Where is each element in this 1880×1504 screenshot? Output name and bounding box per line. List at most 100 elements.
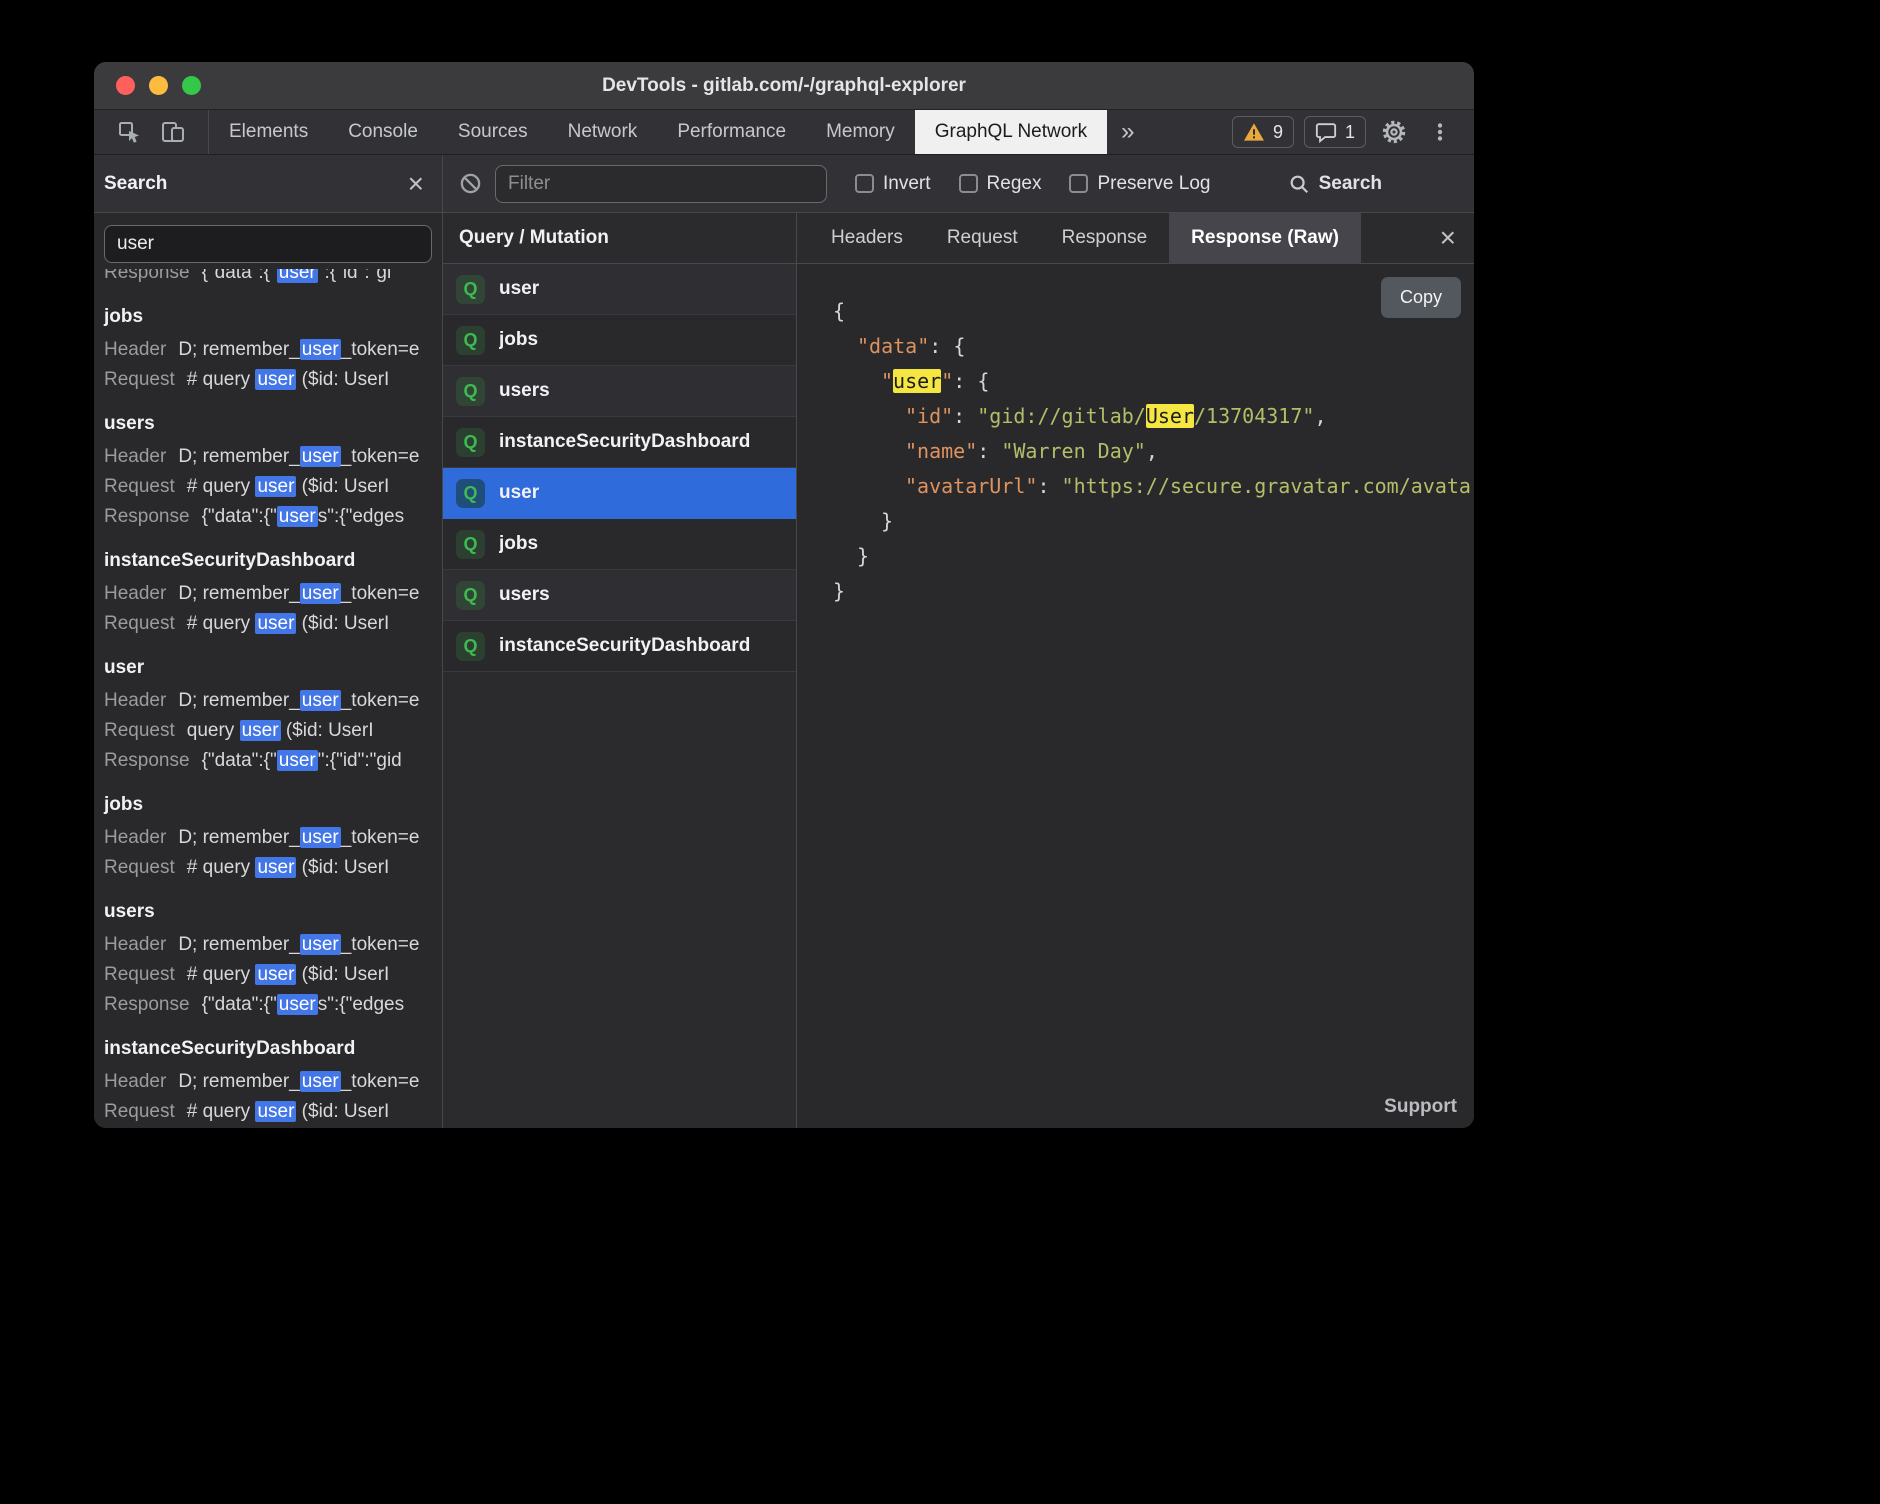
tab-memory[interactable]: Memory bbox=[806, 110, 915, 154]
result-group-title: users bbox=[104, 411, 432, 437]
query-list-item[interactable]: Quser bbox=[443, 468, 796, 519]
tab-performance[interactable]: Performance bbox=[657, 110, 806, 154]
result-row-value: D; remember_user_token=e bbox=[178, 934, 419, 955]
device-toolbar-button[interactable] bbox=[154, 115, 192, 149]
response-raw-body: Copy {"data": {"user": {"id": "gid://git… bbox=[797, 264, 1474, 1128]
checkbox-box-regex[interactable] bbox=[959, 174, 978, 193]
search-icon bbox=[1288, 173, 1310, 195]
checkbox-box-preserve-log[interactable] bbox=[1069, 174, 1088, 193]
query-list-item[interactable]: Qjobs bbox=[443, 315, 796, 366]
result-row-value: D; remember_user_token=e bbox=[178, 690, 419, 711]
tab-sources[interactable]: Sources bbox=[438, 110, 548, 154]
close-search-panel-button[interactable]: × bbox=[408, 170, 424, 198]
detail-tab-headers[interactable]: Headers bbox=[809, 213, 925, 263]
search-result-row[interactable]: Request# query user ($id: UserI bbox=[104, 365, 432, 395]
search-result-row[interactable]: Response{"data":{"users":{"edges bbox=[104, 502, 432, 532]
result-row-value: D; remember_user_token=e bbox=[178, 583, 419, 604]
search-result-row[interactable]: HeaderD; remember_user_token=e bbox=[104, 686, 432, 716]
search-result-row[interactable]: HeaderD; remember_user_token=e bbox=[104, 823, 432, 853]
search-result-row[interactable]: Header D; remember_user_token=e bbox=[104, 930, 432, 960]
search-result-row[interactable]: Requestquery user ($id: UserI bbox=[104, 716, 432, 746]
warnings-badge[interactable]: 9 bbox=[1232, 116, 1294, 148]
toolbar-checkboxes: Invert Regex Preserve Log bbox=[827, 173, 1210, 195]
query-list-item[interactable]: Qjobs bbox=[443, 519, 796, 570]
zoom-window-button[interactable] bbox=[182, 76, 201, 95]
checkbox-box-invert[interactable] bbox=[855, 174, 874, 193]
checkbox-label: Regex bbox=[987, 173, 1042, 195]
search-result-row[interactable]: HeaderD; remember_user_token=e bbox=[104, 1067, 432, 1097]
result-row-label: Response bbox=[104, 750, 190, 771]
json-viewer: {"data": {"user": {"id": "gid://gitlab/U… bbox=[797, 264, 1474, 609]
query-label: jobs bbox=[499, 533, 538, 555]
detail-tab-request[interactable]: Request bbox=[925, 213, 1040, 263]
close-window-button[interactable] bbox=[116, 76, 135, 95]
search-result-row[interactable]: Request# query user ($id: UserI bbox=[104, 960, 432, 990]
search-result-row[interactable]: Response{"data":{"user":{"id":"gid bbox=[104, 746, 432, 776]
devtools-menu-button[interactable] bbox=[1422, 114, 1458, 150]
result-row-label: Request bbox=[104, 613, 175, 634]
detail-tab-response-raw[interactable]: Response (Raw) bbox=[1169, 213, 1361, 263]
query-type-badge: Q bbox=[456, 275, 485, 304]
search-result-row[interactable]: HeaderD; remember_user_token=e bbox=[104, 335, 432, 365]
close-detail-button[interactable]: × bbox=[1440, 224, 1474, 252]
search-result-row[interactable]: Request# query user ($id: UserI bbox=[104, 1097, 432, 1127]
query-list-item[interactable]: QinstanceSecurityDashboard bbox=[443, 621, 796, 672]
query-list-item[interactable]: QinstanceSecurityDashboard bbox=[443, 417, 796, 468]
result-row-value: # query user ($id: UserI bbox=[187, 1101, 390, 1122]
search-button[interactable]: Search bbox=[1288, 173, 1382, 195]
more-tabs-button[interactable]: » bbox=[1107, 110, 1148, 154]
search-result-row[interactable]: Request# query user ($id: UserI bbox=[104, 472, 432, 502]
tab-network[interactable]: Network bbox=[548, 110, 658, 154]
checkbox-preserve-log[interactable]: Preserve Log bbox=[1069, 173, 1210, 195]
checkbox-regex[interactable]: Regex bbox=[959, 173, 1042, 195]
search-result-row[interactable]: Header D; remember_user_token=e bbox=[104, 442, 432, 472]
circle-slash-icon bbox=[459, 172, 482, 195]
query-label: instanceSecurityDashboard bbox=[499, 431, 750, 453]
detail-panel: HeadersRequestResponseResponse (Raw) × C… bbox=[797, 213, 1474, 1128]
inspect-element-button[interactable] bbox=[110, 115, 148, 149]
devtools-window: DevTools - gitlab.com/-/graphql-explorer… bbox=[94, 62, 1474, 1128]
tab-graphql-network[interactable]: GraphQL Network bbox=[915, 110, 1107, 154]
tab-elements[interactable]: Elements bbox=[209, 110, 328, 154]
result-row-label: Header bbox=[104, 934, 166, 955]
tabbar-right-controls: 9 1 bbox=[1232, 110, 1474, 154]
result-row-label: Request bbox=[104, 964, 175, 985]
result-row-label: Header bbox=[104, 339, 166, 360]
support-link[interactable]: Support bbox=[1384, 1096, 1457, 1118]
search-result-row[interactable]: HeaderD; remember_user_token=e bbox=[104, 579, 432, 609]
query-list-item[interactable]: Qusers bbox=[443, 570, 796, 621]
copy-button[interactable]: Copy bbox=[1381, 277, 1461, 318]
settings-button[interactable] bbox=[1376, 114, 1412, 150]
detail-tab-response[interactable]: Response bbox=[1040, 213, 1170, 263]
checkbox-label: Preserve Log bbox=[1097, 173, 1210, 195]
window-controls bbox=[116, 62, 201, 109]
result-row-label: Header bbox=[104, 1071, 166, 1092]
minimize-window-button[interactable] bbox=[149, 76, 168, 95]
tab-console[interactable]: Console bbox=[328, 110, 438, 154]
search-result-row[interactable]: Response{"data":{"users":{"edges bbox=[104, 990, 432, 1020]
checkbox-invert[interactable]: Invert bbox=[855, 173, 931, 195]
query-list-item[interactable]: Quser bbox=[443, 264, 796, 315]
query-type-badge: Q bbox=[456, 530, 485, 559]
query-type-badge: Q bbox=[456, 632, 485, 661]
json-line: } bbox=[797, 504, 1474, 539]
query-type-badge: Q bbox=[456, 377, 485, 406]
result-row-value: {"data":{"users":{"edges bbox=[202, 994, 405, 1015]
devtools-tabbar: ElementsConsoleSourcesNetworkPerformance… bbox=[94, 110, 1474, 155]
result-row-value: D; remember_user_token=e bbox=[178, 446, 419, 467]
search-panel: Search × Response{"data":{"user":{"id":"… bbox=[94, 155, 443, 1128]
search-input[interactable] bbox=[104, 225, 432, 263]
search-result-row[interactable]: Response{"data":{"user":{"id":"gi bbox=[104, 269, 432, 288]
search-result-row[interactable]: Request# query user ($id: UserI bbox=[104, 609, 432, 639]
json-line: "name": "Warren Day", bbox=[797, 434, 1474, 469]
filter-input[interactable] bbox=[495, 165, 827, 203]
query-list-item[interactable]: Qusers bbox=[443, 366, 796, 417]
result-row-label: Header bbox=[104, 446, 166, 467]
gear-icon bbox=[1381, 119, 1407, 145]
network-toolbar: Invert Regex Preserve Log Search bbox=[443, 155, 1474, 213]
result-row-label: Request bbox=[104, 369, 175, 390]
search-result-row[interactable]: Request# query user ($id: UserI bbox=[104, 853, 432, 883]
clear-requests-button[interactable] bbox=[459, 172, 482, 195]
query-label: users bbox=[499, 584, 550, 606]
issues-badge[interactable]: 1 bbox=[1304, 116, 1366, 148]
